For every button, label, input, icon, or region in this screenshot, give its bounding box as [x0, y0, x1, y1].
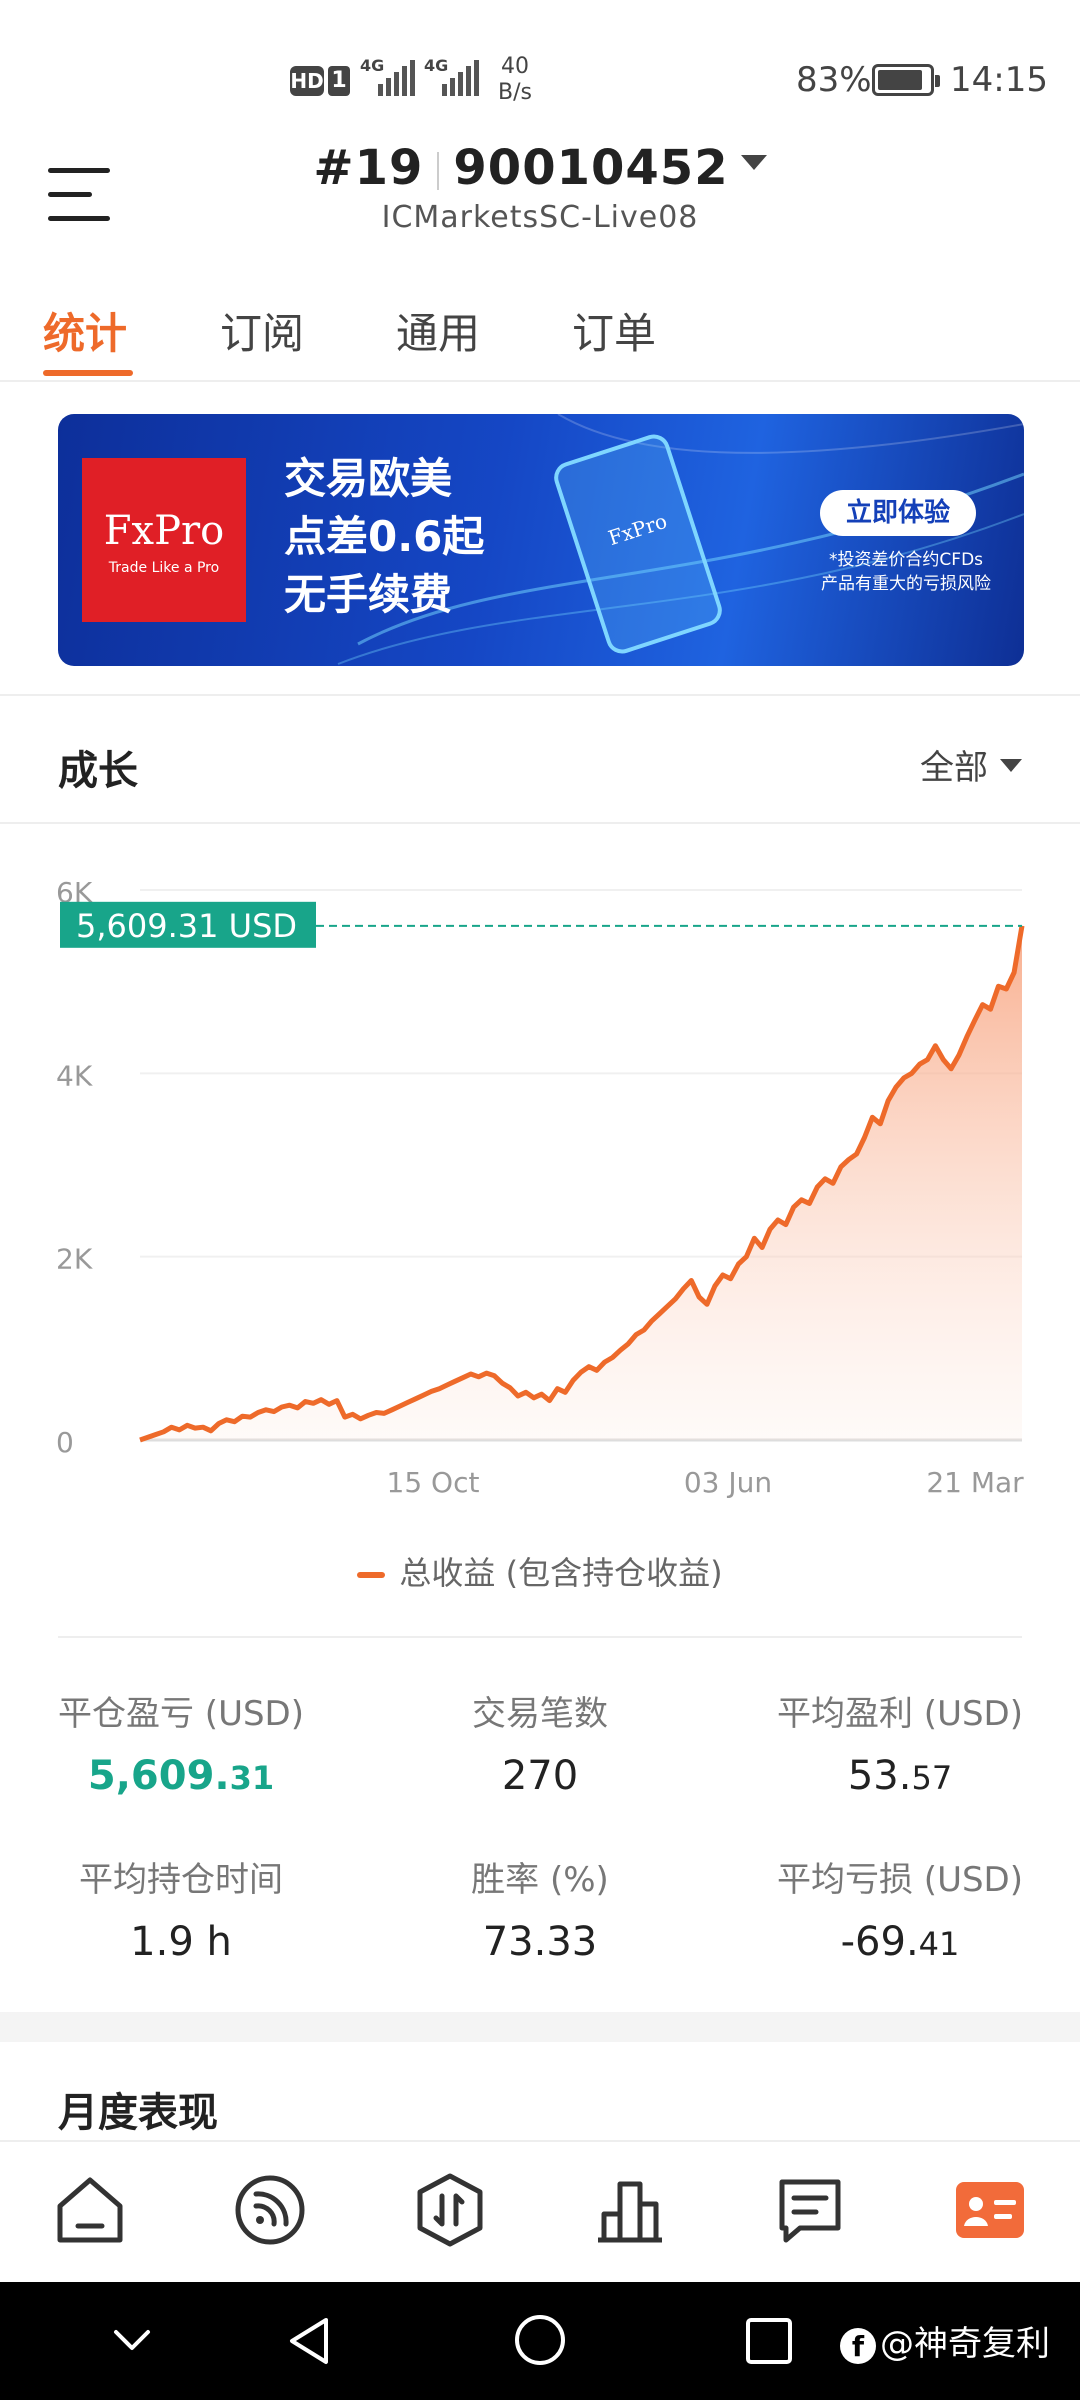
active-tab-indicator — [43, 370, 133, 376]
stat-label: 胜率 (%) — [471, 1860, 609, 1900]
stat-value: 73.33 — [482, 1919, 598, 1965]
system-nav-bar: f @神奇复利 — [0, 2282, 1080, 2400]
y-tick-label: 0 — [56, 1426, 74, 1459]
divider — [58, 1636, 1022, 1638]
stat-closed-pnl: 平仓盈亏 (USD) 5,609.31 — [16, 1686, 346, 1799]
stat-label: 平均盈利 (USD) — [777, 1694, 1023, 1734]
net-speed-value: 40 — [500, 54, 529, 79]
legend-swatch — [357, 1572, 386, 1578]
stat-avg-hold-time: 平均持仓时间 1.9 h — [16, 1852, 346, 1965]
tab-stats[interactable]: 统计 — [43, 300, 127, 361]
tab-general[interactable]: 通用 — [396, 300, 480, 361]
section-title-growth: 成长 — [58, 748, 138, 794]
nav-message-icon[interactable] — [770, 2170, 850, 2250]
tab-orders[interactable]: 订单 — [572, 300, 656, 361]
stat-value: 270 — [501, 1753, 579, 1799]
try-now-button[interactable]: 立即体验 — [820, 490, 976, 536]
stat-win-rate: 胜率 (%) 73.33 — [375, 1852, 705, 1965]
watermark: f @神奇复利 — [840, 2316, 1050, 2365]
account-rank: #19 — [313, 140, 424, 196]
stat-avg-loss: 平均亏损 (USD) -69.41 — [735, 1852, 1065, 1965]
hd-badge: HD — [290, 66, 324, 96]
x-tick-label: 15 Oct — [387, 1466, 480, 1499]
home-button-icon[interactable] — [512, 2312, 568, 2368]
y-tick-label: 4K — [56, 1059, 93, 1092]
watermark-text: @神奇复利 — [880, 2324, 1050, 2364]
signal-icon: 4G — [424, 56, 480, 96]
stat-value-dec: 41 — [918, 1925, 960, 1963]
current-value-label: 5,609.31 USD — [76, 907, 297, 945]
stat-avg-profit: 平均盈利 (USD) 53.57 — [735, 1686, 1065, 1799]
battery-icon — [872, 64, 940, 96]
growth-chart[interactable]: 02K4K6K 15 Oct 03 Jun 21 Mar 5,609.31 USD — [0, 860, 1080, 1520]
chevron-down-icon[interactable] — [110, 2320, 154, 2360]
stat-label: 交易笔数 — [472, 1694, 608, 1734]
section-title-monthly: 月度表现 — [58, 2090, 218, 2136]
risk-note-1: *投资差价合约CFDs — [828, 550, 984, 570]
stat-value-int: 5,609. — [87, 1753, 230, 1799]
chart-legend: 总收益 (包含持仓收益) — [0, 1548, 1080, 1594]
nav-profile-card-icon[interactable] — [950, 2170, 1030, 2250]
nav-chart-bars-icon[interactable] — [590, 2170, 670, 2250]
back-icon[interactable] — [284, 2314, 334, 2368]
banner-headline: 交易欧美 点差0.6起 无手续费 — [284, 450, 484, 624]
server-name: ICMarketsSC-Live08 — [381, 200, 699, 235]
tab-bar: 统计 订阅 通用 订单 — [0, 290, 1080, 382]
divider — [0, 694, 1080, 696]
stat-value-dec: 31 — [229, 1759, 275, 1797]
phone-brand: FxPro — [605, 508, 670, 551]
stat-value-int: -69. — [840, 1919, 919, 1965]
banner-line-2: 点差0.6起 — [284, 512, 485, 561]
risk-note-2: 产品有重大的亏损风险 — [821, 574, 991, 594]
stat-trade-count: 交易笔数 270 — [375, 1686, 705, 1799]
banner-line-3: 无手续费 — [284, 570, 453, 619]
watermark-logo: f — [840, 2327, 876, 2364]
stat-label: 平均亏损 (USD) — [777, 1860, 1023, 1900]
x-tick-label: 21 Mar — [926, 1466, 1024, 1499]
fxpro-logo-name: FxPro — [103, 508, 225, 554]
chevron-down-icon — [740, 154, 767, 170]
signal-type-label: 4G — [360, 56, 385, 75]
stat-value: 1.9 h — [130, 1919, 232, 1965]
banner-line-1: 交易欧美 — [284, 454, 453, 503]
fxpro-logo: FxPro Trade Like a Pro — [82, 458, 246, 622]
divider — [0, 822, 1080, 824]
signal-icon: 4G — [360, 56, 416, 96]
network-speed: 40 B/s — [498, 54, 532, 106]
stat-value: 5,609.31 — [16, 1753, 346, 1799]
nav-signal-feed-icon[interactable] — [230, 2170, 310, 2250]
net-speed-unit: B/s — [498, 80, 532, 105]
account-selector[interactable]: #19 90010452 ICMarketsSC-Live08 — [0, 140, 1080, 235]
battery-percent: 83% — [796, 60, 872, 100]
tab-subscribe[interactable]: 订阅 — [220, 300, 304, 361]
stat-label: 平均持仓时间 — [79, 1860, 283, 1900]
stat-value-dec: 57 — [911, 1759, 953, 1797]
stat-label: 平仓盈亏 (USD) — [58, 1694, 304, 1734]
section-gap — [0, 2012, 1080, 2042]
signal-type-label: 4G — [424, 56, 449, 75]
clock: 14:15 — [950, 60, 1048, 100]
chart-area-fill — [140, 925, 1022, 1440]
account-number: 90010452 — [453, 140, 729, 196]
status-bar: HD 1 4G 4G 40 B/s 83% 14:15 — [0, 0, 1080, 150]
legend-label: 总收益 (包含持仓收益) — [399, 1554, 723, 1592]
x-tick-label: 03 Jun — [684, 1466, 772, 1499]
nav-trade-icon[interactable] — [410, 2170, 490, 2250]
sim-indicator: 1 — [328, 66, 350, 96]
y-tick-label: 2K — [56, 1243, 93, 1276]
chevron-down-icon — [1000, 759, 1022, 772]
fxpro-logo-tagline: Trade Like a Pro — [108, 560, 220, 576]
range-value: 全部 — [920, 748, 988, 788]
range-dropdown[interactable]: 全部 — [920, 740, 1022, 789]
bottom-nav — [0, 2140, 1080, 2282]
stat-value-int: 53. — [847, 1753, 912, 1799]
stat-value: 53.57 — [735, 1753, 1065, 1799]
ad-banner[interactable]: FxPro Trade Like a Pro 交易欧美 点差0.6起 无手续费 … — [58, 414, 1024, 666]
stat-value: -69.41 — [735, 1919, 1065, 1965]
recents-icon[interactable] — [744, 2316, 794, 2366]
risk-disclaimer: *投资差价合约CFDs 产品有重大的亏损风险 — [806, 548, 1006, 596]
nav-home-icon[interactable] — [50, 2170, 130, 2250]
